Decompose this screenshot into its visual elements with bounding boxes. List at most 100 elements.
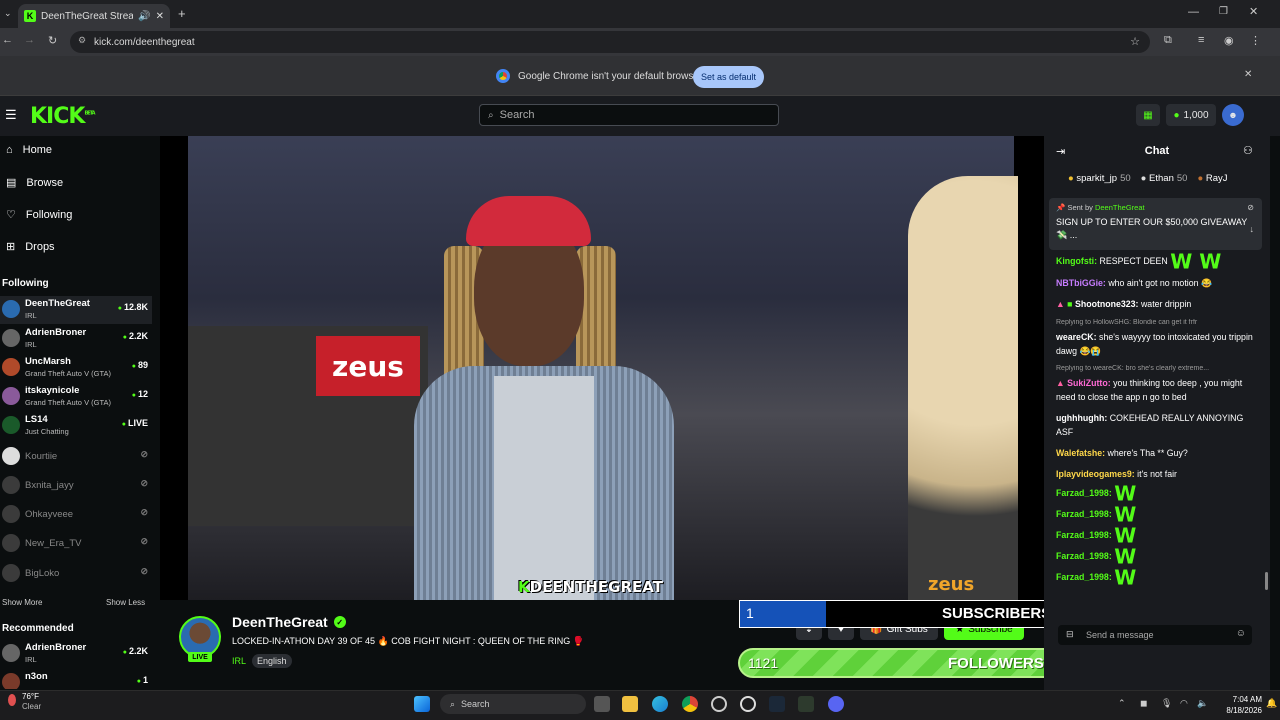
- steam-icon[interactable]: [769, 696, 785, 712]
- chat-username[interactable]: Shootnone323:: [1075, 299, 1139, 309]
- windows-start-icon[interactable]: [414, 696, 430, 712]
- site-info-icon[interactable]: ⚙: [78, 35, 86, 46]
- nav-drops[interactable]: ⊞ Drops: [6, 240, 55, 254]
- tab-audio-icon[interactable]: 🔊: [138, 11, 150, 22]
- chat-message[interactable]: Farzad_1998: W: [1056, 547, 1256, 567]
- chat-message[interactable]: Iplayvideogames9: it's not fair: [1056, 467, 1256, 481]
- file-explorer-icon[interactable]: [622, 696, 638, 712]
- sidebar-channel-ls14[interactable]: LS14 Just Chatting LIVE: [0, 412, 152, 440]
- chat-scrollbar[interactable]: [1265, 572, 1268, 590]
- tab-close-icon[interactable]: ✕: [156, 11, 164, 22]
- chat-message-input[interactable]: ⊟ Send a message ☺: [1058, 625, 1252, 645]
- task-view-icon[interactable]: [594, 696, 610, 712]
- sidebar-channel-offline[interactable]: Ohkayveee ⊘: [0, 501, 152, 529]
- edge-icon[interactable]: [652, 696, 668, 712]
- taskbar-search[interactable]: ⌕ Search: [440, 694, 586, 714]
- forward-icon[interactable]: →: [24, 34, 35, 46]
- sidebar-channel-offline[interactable]: Kourtiie ⊘: [0, 443, 152, 471]
- chat-username[interactable]: Farzad_1998:: [1056, 551, 1112, 561]
- sidebar-channel-offline[interactable]: New_Era_TV ⊘: [0, 530, 152, 558]
- maximize-icon[interactable]: ❐: [1219, 6, 1228, 17]
- reload-icon[interactable]: ↻: [48, 34, 57, 47]
- new-tab-icon[interactable]: +: [178, 6, 186, 21]
- chat-message[interactable]: Kingofsti: RESPECT DEEN W W: [1056, 252, 1256, 272]
- system-clock[interactable]: 7:04 AM 8/18/2026: [1216, 694, 1262, 716]
- hide-pinned-icon[interactable]: ⊘: [1247, 203, 1254, 212]
- volume-icon[interactable]: 🔈: [1197, 698, 1208, 709]
- search-input[interactable]: ⌕ Search: [479, 104, 779, 126]
- chat-message[interactable]: Walefatshe: where's Tha ** Guy?: [1056, 446, 1256, 460]
- tab-list-chevron-icon[interactable]: ⌄: [4, 8, 12, 19]
- expand-pinned-icon[interactable]: ↓: [1250, 224, 1255, 234]
- chat-username[interactable]: Farzad_1998:: [1056, 509, 1112, 519]
- language-tag[interactable]: English: [252, 654, 292, 668]
- nav-browse[interactable]: ▤ Browse: [6, 176, 63, 190]
- chrome-taskbar-icon[interactable]: [682, 696, 698, 712]
- chat-message[interactable]: ▲ SukiZutto: you thinking too deep , you…: [1056, 376, 1256, 404]
- chat-message[interactable]: ughhhughh: COKEHEAD REALLY ANNOYING ASF: [1056, 411, 1256, 439]
- nav-following[interactable]: ♡ Following: [6, 208, 72, 222]
- chat-message[interactable]: Farzad_1998: W: [1056, 484, 1256, 504]
- chat-username[interactable]: ughhhughh:: [1056, 413, 1107, 423]
- media-controls-icon[interactable]: ≡: [1198, 34, 1204, 46]
- leaderboard-entry[interactable]: ● Ethan 50: [1141, 173, 1188, 184]
- chat-username[interactable]: Iplayvideogames9:: [1056, 469, 1135, 479]
- sidebar-channel-itskaynicole[interactable]: itskaynicole Grand Theft Auto V (GTA) 12: [0, 383, 152, 411]
- app-icon-2[interactable]: [798, 696, 814, 712]
- obs-icon[interactable]: [740, 696, 756, 712]
- app-icon[interactable]: [711, 696, 727, 712]
- extensions-icon[interactable]: ⧉: [1164, 34, 1172, 47]
- chat-username[interactable]: Walefatshe:: [1056, 448, 1105, 458]
- user-avatar[interactable]: ☻: [1222, 104, 1244, 126]
- chat-username[interactable]: weareCK:: [1056, 332, 1097, 342]
- chat-username[interactable]: Farzad_1998:: [1056, 530, 1112, 540]
- drops-inventory-icon[interactable]: ▦: [1136, 104, 1160, 126]
- notifications-icon[interactable]: 🔔: [1266, 698, 1277, 709]
- url-field[interactable]: ⚙ kick.com/deenthegreat ☆: [70, 31, 1150, 53]
- show-more-link[interactable]: Show More: [2, 598, 42, 607]
- chat-username[interactable]: NBTbiGGie:: [1056, 278, 1106, 288]
- chat-message[interactable]: NBTbiGGie: who ain't got no motion 😂: [1056, 276, 1256, 290]
- kicks-balance-button[interactable]: ● 1,000: [1166, 104, 1216, 126]
- discord-icon[interactable]: [828, 696, 844, 712]
- chat-message[interactable]: weareCK: she's wayyyy too intoxicated yo…: [1056, 330, 1256, 358]
- set-as-default-button[interactable]: Set as default: [693, 66, 764, 88]
- sidebar-channel-adrienbroner[interactable]: AdrienBroner IRL 2.2K: [0, 325, 152, 353]
- hamburger-menu-icon[interactable]: ☰: [5, 107, 17, 123]
- window-close-icon[interactable]: ✕: [1249, 5, 1258, 18]
- sidebar-channel-offline[interactable]: Bxnita_jayy ⊘: [0, 472, 152, 500]
- chat-message[interactable]: Farzad_1998: W: [1056, 526, 1256, 546]
- chat-username[interactable]: Kingofsti:: [1056, 256, 1097, 266]
- back-icon[interactable]: ←: [2, 34, 13, 46]
- tray-app-icon[interactable]: ◼: [1140, 698, 1147, 709]
- chat-message[interactable]: ▲ ■ Shootnone323: water drippin: [1056, 297, 1256, 311]
- emoji-picker-icon[interactable]: ☺: [1236, 628, 1246, 639]
- wifi-icon[interactable]: ◠: [1180, 698, 1188, 709]
- chat-message[interactable]: Farzad_1998: W: [1056, 568, 1256, 588]
- category-link[interactable]: IRL: [232, 656, 246, 666]
- leaderboard-entry[interactable]: ● RayJ: [1197, 173, 1227, 184]
- pinned-message[interactable]: 📌 Sent by DeenTheGreat SIGN UP TO ENTER …: [1049, 198, 1262, 250]
- chrome-menu-icon[interactable]: ⋮: [1250, 34, 1261, 47]
- weather-widget[interactable]: 76°F Clear: [8, 692, 41, 712]
- microphone-icon[interactable]: 🎙: [1161, 698, 1172, 709]
- sidebar-channel-uncmarsh[interactable]: UncMarsh Grand Theft Auto V (GTA) 89: [0, 354, 152, 382]
- profile-icon[interactable]: ◉: [1224, 34, 1234, 47]
- bookmark-star-icon[interactable]: ☆: [1130, 35, 1140, 48]
- kick-logo[interactable]: KICKBETA: [30, 104, 96, 129]
- browser-tab[interactable]: K DeenTheGreat Stream - Wat 🔊 ✕: [18, 4, 170, 28]
- video-player[interactable]: zeus KDEENTHEGREAT zeus: [160, 136, 1044, 600]
- chat-username[interactable]: Farzad_1998:: [1056, 488, 1112, 498]
- chat-username[interactable]: SukiZutto:: [1067, 378, 1111, 388]
- chat-username[interactable]: Farzad_1998:: [1056, 572, 1112, 582]
- sidebar-channel-deenthegreat[interactable]: DeenTheGreat IRL 12.8K: [0, 296, 152, 324]
- tray-overflow-icon[interactable]: ⌃: [1118, 698, 1126, 709]
- minimize-icon[interactable]: —: [1188, 6, 1199, 18]
- chat-settings-icon[interactable]: ⊟: [1066, 629, 1074, 640]
- show-less-link[interactable]: Show Less: [106, 598, 145, 607]
- infobar-close-icon[interactable]: ✕: [1244, 69, 1252, 80]
- leaderboard-entry[interactable]: ● sparkit_jp 50: [1068, 173, 1131, 184]
- nav-home[interactable]: ⌂ Home: [6, 144, 52, 156]
- streamer-name[interactable]: DeenTheGreat ✓: [232, 614, 346, 630]
- sidebar-recommended-adrienbroner[interactable]: AdrienBroner IRL 2.2K: [0, 640, 152, 668]
